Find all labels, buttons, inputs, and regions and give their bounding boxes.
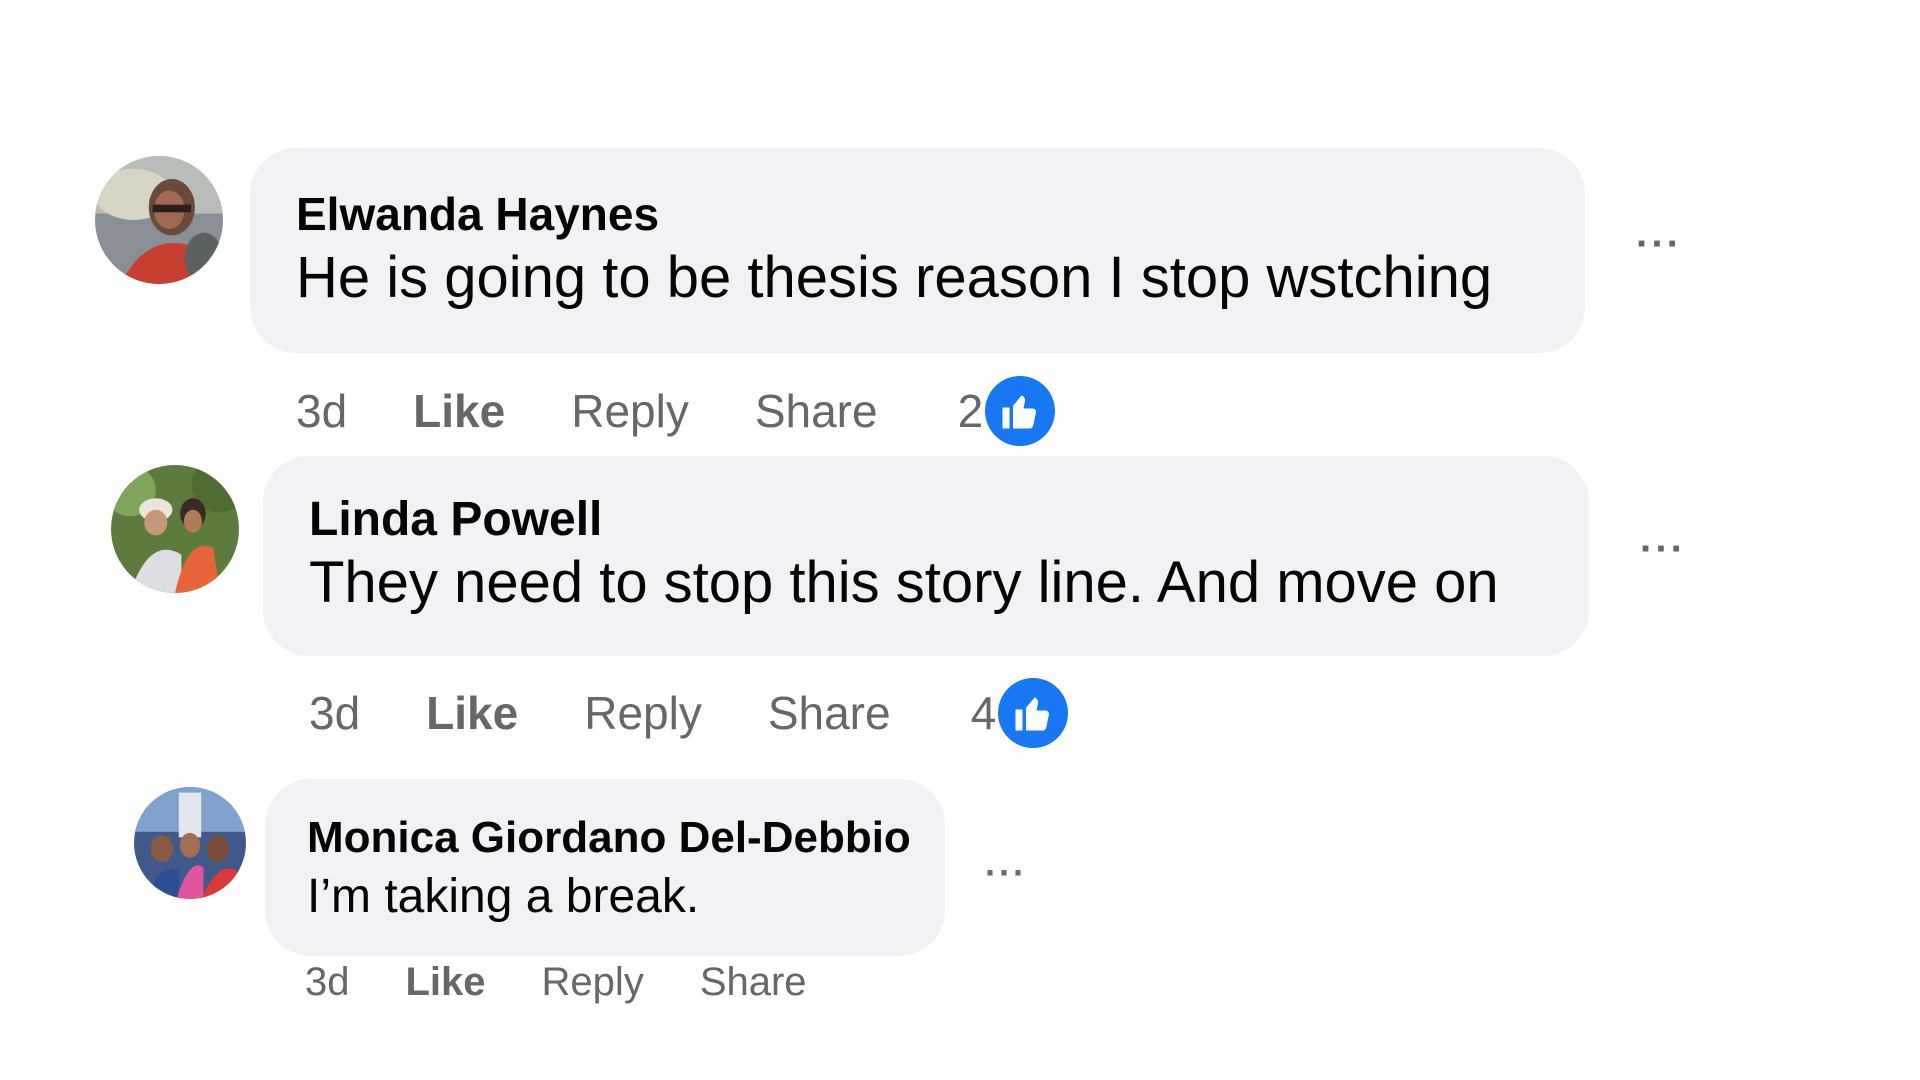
more-options-button[interactable]: ··· <box>1636 222 1682 267</box>
reaction-count: 2 <box>957 385 984 437</box>
more-options-icon: ··· <box>1640 527 1686 571</box>
comment-bubble: Elwanda Haynes He is going to be thesis … <box>250 148 1585 353</box>
reply-button[interactable]: Reply <box>571 384 689 438</box>
more-options-button[interactable]: ··· <box>1640 527 1686 572</box>
comment-text: He is going to be thesis reason I stop w… <box>296 245 1493 310</box>
more-options-icon: ··· <box>985 852 1027 893</box>
comment-author[interactable]: Monica Giordano Del-Debbio <box>307 811 945 865</box>
avatar-image <box>111 465 239 593</box>
like-button[interactable]: Like <box>406 960 486 1005</box>
comment-timestamp[interactable]: 3d <box>305 960 350 1005</box>
reply-button[interactable]: Reply <box>542 960 644 1005</box>
comment-text: I’m taking a break. <box>307 870 700 923</box>
share-button[interactable]: Share <box>755 384 878 438</box>
reaction-count: 4 <box>970 687 997 739</box>
more-options-icon: ··· <box>1636 222 1682 266</box>
avatar[interactable] <box>134 787 246 899</box>
comment-bubble: Linda Powell They need to stop this stor… <box>263 456 1589 656</box>
comment-timestamp[interactable]: 3d <box>296 384 347 438</box>
thumbs-up-icon <box>998 678 1069 748</box>
thumbs-up-icon <box>985 376 1056 446</box>
like-button[interactable]: Like <box>426 686 518 740</box>
avatar[interactable] <box>111 465 239 593</box>
comment-actions: 3d Like Reply Share <box>305 960 807 1005</box>
reaction-summary[interactable]: 2 <box>958 376 1056 446</box>
more-options-button[interactable]: ··· <box>985 852 1027 894</box>
comment-text: They need to stop this story line. And m… <box>309 550 1499 615</box>
like-button[interactable]: Like <box>413 384 505 438</box>
comment-author[interactable]: Elwanda Haynes <box>296 186 1585 242</box>
avatar[interactable] <box>95 156 223 284</box>
reaction-summary[interactable]: 4 <box>971 678 1069 748</box>
share-button[interactable]: Share <box>700 960 807 1005</box>
comment-actions: 3d Like Reply Share 2 <box>296 376 1056 446</box>
comment-actions: 3d Like Reply Share 4 <box>309 678 1069 748</box>
avatar-image <box>134 787 246 899</box>
avatar-image <box>95 156 223 284</box>
share-button[interactable]: Share <box>768 686 891 740</box>
comment-bubble: Monica Giordano Del-Debbio I’m taking a … <box>265 779 945 956</box>
reply-button[interactable]: Reply <box>584 686 702 740</box>
comment-timestamp[interactable]: 3d <box>309 686 360 740</box>
comment-author[interactable]: Linda Powell <box>309 492 1589 548</box>
